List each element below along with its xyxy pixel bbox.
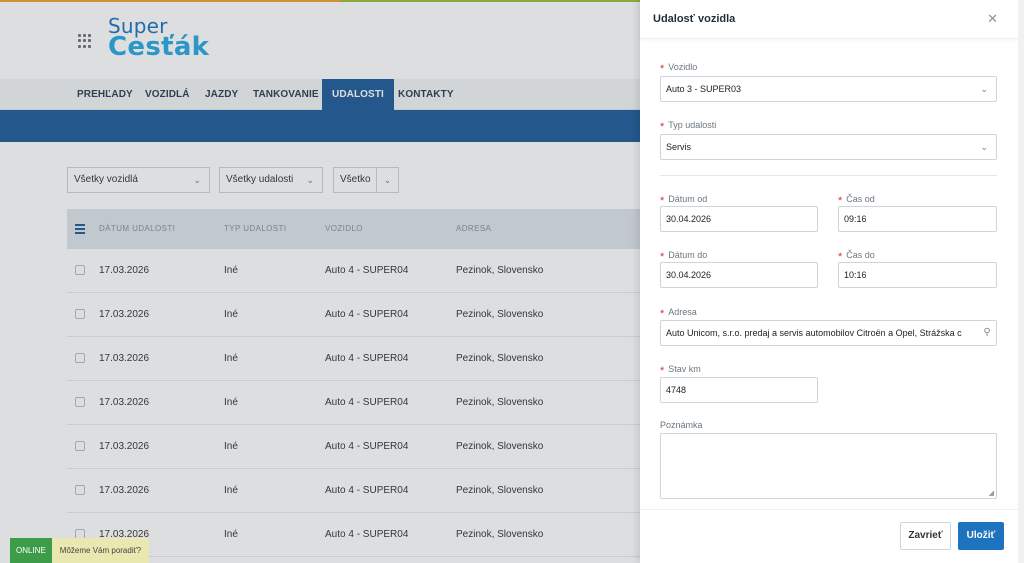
- save-button[interactable]: Uložiť: [958, 522, 1004, 550]
- chevron-down-icon: ⌄: [980, 84, 988, 94]
- address-value: Auto Unicom, s.r.o. predaj a servis auto…: [666, 328, 962, 338]
- vehicle-select[interactable]: Auto 3 - SUPER03 ⌄: [660, 76, 997, 102]
- time-to-label: * Čas do: [838, 250, 875, 263]
- close-icon[interactable]: ✕: [987, 11, 998, 27]
- note-label: Poznámka: [660, 420, 703, 430]
- event-side-panel: Udalosť vozidla ✕ * Vozidlo Auto 3 - SUPE…: [640, 0, 1018, 563]
- odometer-field[interactable]: 4748: [660, 377, 818, 403]
- date-from-field[interactable]: 30.04.2026: [660, 206, 818, 232]
- time-from-field[interactable]: 09:16: [838, 206, 997, 232]
- time-to-field[interactable]: 10:16: [838, 262, 997, 288]
- required-mark: *: [660, 308, 665, 320]
- event-type-value: Servis: [666, 142, 692, 152]
- chat-status-badge: ONLINE: [10, 538, 52, 563]
- odometer-label: * Stav km: [660, 364, 701, 377]
- panel-footer: Zavrieť Uložiť: [640, 509, 1018, 563]
- event-type-label: * Typ udalosti: [660, 120, 717, 133]
- date-to-field[interactable]: 30.04.2026: [660, 262, 818, 288]
- chat-widget[interactable]: ONLINE Môžeme Vám poradiť?: [10, 538, 150, 563]
- vehicle-label: * Vozidlo: [660, 62, 698, 75]
- panel-title: Udalosť vozidla: [653, 13, 736, 25]
- address-field[interactable]: Auto Unicom, s.r.o. predaj a servis auto…: [660, 320, 997, 346]
- address-label: * Adresa: [660, 307, 697, 320]
- required-mark: *: [660, 121, 665, 133]
- event-type-select[interactable]: Servis ⌄: [660, 134, 997, 160]
- map-pin-icon[interactable]: ⚲: [978, 321, 996, 345]
- form-divider: [660, 175, 997, 176]
- panel-header: Udalosť vozidla ✕: [640, 0, 1018, 39]
- required-mark: *: [660, 63, 665, 75]
- scrollbar[interactable]: [1018, 0, 1024, 563]
- close-button[interactable]: Zavrieť: [900, 522, 951, 550]
- required-mark: *: [660, 365, 665, 377]
- chevron-down-icon: ⌄: [980, 142, 988, 152]
- date-from-label: * Dátum od: [660, 194, 708, 207]
- vehicle-select-value: Auto 3 - SUPER03: [666, 84, 742, 94]
- note-textarea[interactable]: ◢: [660, 433, 997, 499]
- modal-backdrop[interactable]: [0, 0, 640, 563]
- date-to-label: * Dátum do: [660, 250, 708, 263]
- resize-grip-icon[interactable]: ◢: [989, 489, 994, 497]
- chat-message[interactable]: Môžeme Vám poradiť?: [51, 538, 150, 563]
- time-from-label: * Čas od: [838, 194, 875, 207]
